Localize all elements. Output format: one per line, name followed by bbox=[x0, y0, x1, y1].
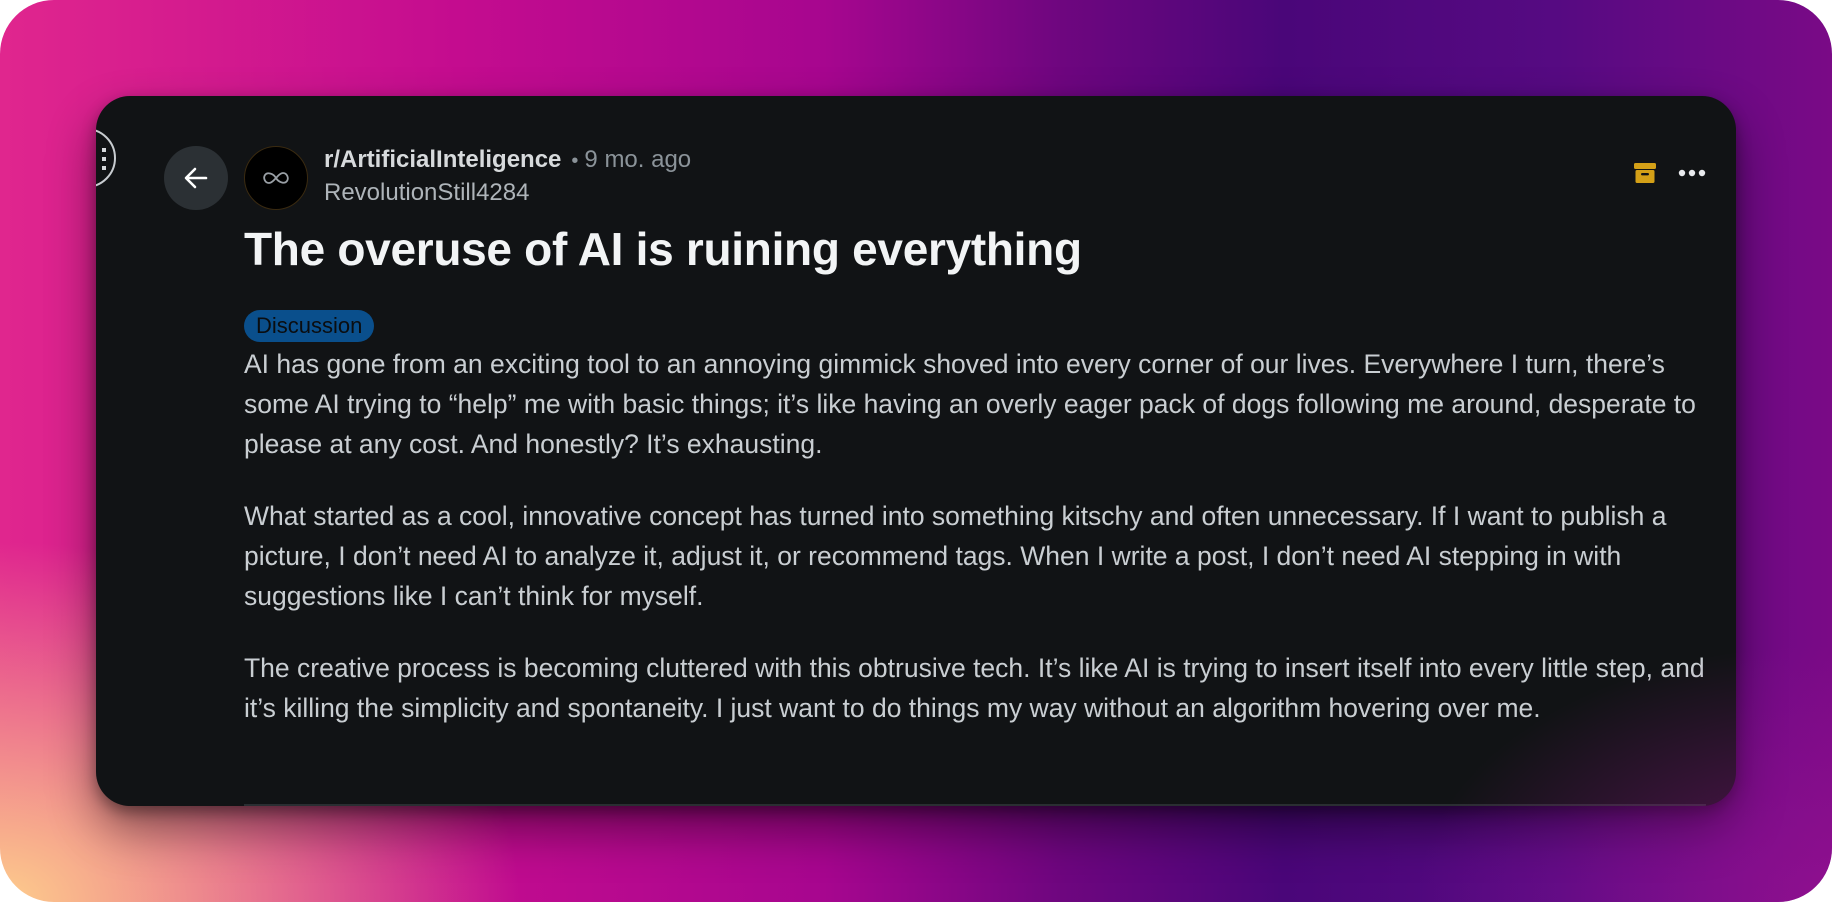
subreddit-link[interactable]: r/ArtificialInteligence bbox=[324, 144, 561, 176]
author-link[interactable]: RevolutionStill4284 bbox=[324, 177, 529, 209]
subreddit-avatar[interactable] bbox=[244, 146, 308, 210]
more-horizontal-icon bbox=[1678, 169, 1706, 177]
body-paragraph: The creative process is becoming clutter… bbox=[244, 653, 1705, 723]
post-body: AI has gone from an exciting tool to an … bbox=[244, 344, 1714, 760]
arrow-left-icon bbox=[184, 167, 208, 189]
back-button[interactable] bbox=[164, 146, 228, 210]
divider bbox=[244, 804, 1706, 806]
side-menu-button[interactable] bbox=[96, 128, 116, 188]
post-meta: r/ArtificialInteligence • 9 mo. ago Revo… bbox=[324, 144, 691, 209]
post-title: The overuse of AI is ruining everything bbox=[244, 223, 1082, 275]
gradient-backdrop: r/ArtificialInteligence • 9 mo. ago Revo… bbox=[0, 0, 1832, 902]
infinity-icon bbox=[263, 172, 289, 184]
post-timestamp: 9 mo. ago bbox=[584, 146, 692, 173]
post-card: r/ArtificialInteligence • 9 mo. ago Revo… bbox=[96, 96, 1736, 806]
body-paragraph: AI has gone from an exciting tool to an … bbox=[244, 349, 1696, 459]
post-actions bbox=[1632, 160, 1706, 186]
meta-separator: • bbox=[571, 150, 579, 172]
body-paragraph: What started as a cool, innovative conce… bbox=[244, 501, 1667, 611]
archive-box-icon bbox=[1634, 163, 1656, 183]
more-options-button[interactable] bbox=[1678, 169, 1706, 177]
archive-button[interactable] bbox=[1632, 160, 1658, 186]
post-flair[interactable]: Discussion bbox=[244, 310, 375, 342]
menu-circle-icon bbox=[102, 148, 106, 170]
